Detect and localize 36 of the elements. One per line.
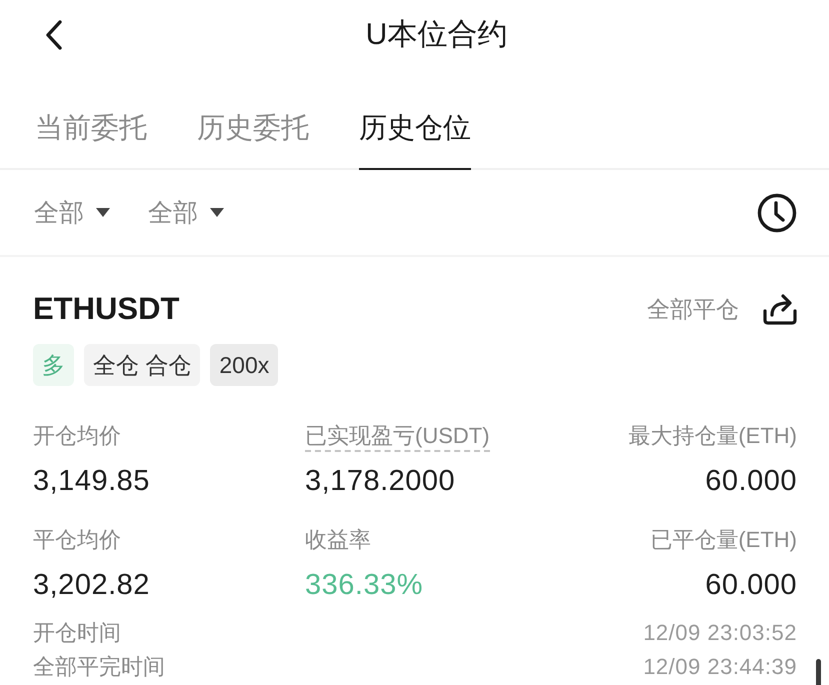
share-button[interactable]	[763, 293, 797, 325]
side-tag: 多	[33, 344, 74, 386]
back-icon	[44, 19, 64, 51]
caret-icon	[96, 208, 110, 217]
time-label: 全部平完时间	[33, 653, 165, 681]
filter-dropdown[interactable]: 全部	[34, 198, 110, 228]
close-all-link[interactable]: 全部平仓	[647, 295, 739, 323]
share-icon	[763, 293, 797, 325]
leverage-tag: 200x	[210, 344, 278, 386]
back-button[interactable]	[44, 19, 64, 51]
filter-dropdown[interactable]: 全部	[148, 198, 224, 228]
caret-icon	[210, 208, 224, 217]
stat-value: 336.33%	[305, 568, 423, 603]
stat-value: 60.000	[705, 464, 797, 499]
stat-value: 60.000	[705, 568, 797, 603]
history-button[interactable]	[757, 192, 797, 232]
tab[interactable]: 历史仓位	[359, 112, 471, 170]
stat-label[interactable]: 已实现盈亏(USDT)	[305, 422, 490, 452]
symbol-title: ETHUSDT	[33, 291, 180, 327]
stat-value: 3,202.82	[33, 568, 150, 603]
stat-label: 平仓均价	[33, 526, 121, 554]
page-title: U本位合约	[366, 17, 508, 53]
stat-label: 收益率	[305, 526, 371, 554]
stat-value: 3,178.2000	[305, 464, 456, 499]
tab[interactable]: 历史委托	[197, 112, 309, 170]
scrollbar-thumb	[816, 659, 821, 685]
stat-label: 已平仓量(ETH)	[650, 526, 797, 554]
tab[interactable]: 当前委托	[35, 112, 147, 170]
stat-label: 开仓均价	[33, 422, 121, 450]
mode-tag: 全仓 合仓	[84, 344, 200, 386]
stat-value: 3,149.85	[33, 464, 150, 499]
time-value: 12/09 23:03:52	[643, 619, 797, 647]
clock-icon	[757, 192, 797, 232]
time-value: 12/09 23:44:39	[643, 653, 797, 681]
time-label: 开仓时间	[33, 619, 121, 647]
stat-label: 最大持仓量(ETH)	[628, 422, 797, 450]
